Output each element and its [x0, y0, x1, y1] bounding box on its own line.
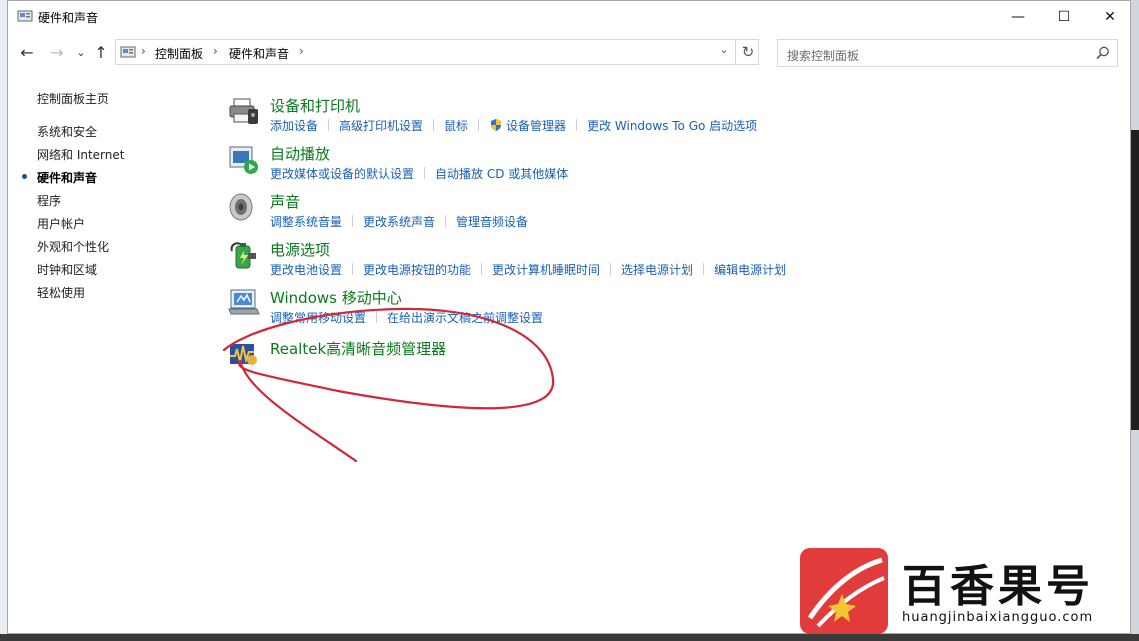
breadcrumb-control-panel[interactable]: 控制面板: [155, 45, 203, 62]
link-advanced-printer-setup[interactable]: 高级打印机设置: [339, 117, 423, 134]
power-icon[interactable]: [228, 239, 260, 271]
recent-locations-button[interactable]: ⌄: [71, 41, 91, 63]
sidebar-item-home[interactable]: 控制面板主页: [37, 90, 109, 107]
link-presentation-settings[interactable]: 在给出演示文稿之前调整设置: [387, 309, 543, 326]
mobility-center-icon[interactable]: [228, 287, 260, 319]
refresh-button[interactable]: ↻: [735, 40, 760, 64]
breadcrumb-separator[interactable]: ›: [141, 44, 146, 58]
autoplay-icon[interactable]: [228, 143, 260, 175]
breadcrumb-separator[interactable]: ›: [213, 44, 218, 58]
window-title: 硬件和声音: [38, 11, 99, 25]
speaker-icon[interactable]: [228, 191, 260, 223]
maximize-button[interactable]: ☐: [1041, 1, 1087, 32]
watermark-url: huangjinbaixiangguo.com: [902, 610, 1094, 625]
sidebar-item-ease-of-access[interactable]: 轻松使用: [37, 284, 85, 301]
title-bar: 硬件和声音 — ☐ ✕: [8, 1, 1130, 32]
link-add-device[interactable]: 添加设备: [270, 117, 318, 134]
category-title[interactable]: 自动播放: [270, 143, 330, 164]
printer-icon[interactable]: [228, 95, 260, 127]
category-links: 更改电池设置 更改电源按钮的功能 更改计算机睡眠时间 选择电源计划 编辑电源计划: [270, 261, 786, 278]
category-title[interactable]: 电源选项: [270, 239, 330, 260]
control-panel-window: 硬件和声音 — ☐ ✕ ← → ⌄ ↑ › 控制面板 › 硬件和声音 › ⌄ ↻…: [7, 0, 1131, 634]
breadcrumb-hardware-sound[interactable]: 硬件和声音: [229, 45, 289, 62]
watermark-logo: 百香果号 huangjinbaixiangguo.com: [800, 548, 1130, 634]
sidebar-item-network-internet[interactable]: 网络和 Internet: [37, 146, 124, 163]
sidebar-item-user-accounts[interactable]: 用户帐户: [37, 215, 85, 232]
link-adjust-mobility-settings[interactable]: 调整常用移动设置: [270, 309, 366, 326]
back-button[interactable]: ←: [17, 41, 37, 63]
close-button[interactable]: ✕: [1087, 1, 1130, 32]
address-dropdown-button[interactable]: ⌄: [714, 43, 734, 61]
address-bar[interactable]: › 控制面板 › 硬件和声音 › ⌄ ↻: [115, 39, 759, 65]
sidebar-item-system-security[interactable]: 系统和安全: [37, 123, 97, 140]
control-panel-icon: [17, 10, 33, 22]
link-change-sleep-time[interactable]: 更改计算机睡眠时间: [492, 261, 600, 278]
navigation-bar: ← → ⌄ ↑ › 控制面板 › 硬件和声音 › ⌄ ↻ 搜索控制面板: [8, 37, 1130, 69]
link-device-manager[interactable]: 设备管理器: [506, 117, 566, 134]
background-window-right: [1131, 0, 1139, 641]
sidebar-item-clock-region[interactable]: 时钟和区域: [37, 261, 97, 278]
category-title[interactable]: Windows 移动中心: [270, 287, 402, 308]
minimize-button[interactable]: —: [995, 1, 1041, 32]
link-manage-audio-devices[interactable]: 管理音频设备: [456, 213, 528, 230]
link-change-media-defaults[interactable]: 更改媒体或设备的默认设置: [270, 165, 414, 182]
red-annotation-circle: [222, 307, 555, 463]
control-panel-icon: [120, 46, 136, 58]
category-title[interactable]: 设备和打印机: [270, 95, 360, 116]
taskbar-strip: [0, 634, 1139, 641]
forward-button[interactable]: →: [47, 41, 67, 63]
uac-shield-icon: [491, 119, 502, 131]
link-change-power-button[interactable]: 更改电源按钮的功能: [363, 261, 471, 278]
category-links: 调整系统音量 更改系统声音 管理音频设备: [270, 213, 528, 230]
up-button[interactable]: ↑: [91, 41, 111, 63]
link-windows-to-go[interactable]: 更改 Windows To Go 启动选项: [587, 117, 757, 134]
sidebar-item-appearance[interactable]: 外观和个性化: [37, 238, 109, 255]
watermark-text: 百香果号: [902, 561, 1094, 612]
background-window-left: [0, 0, 7, 641]
link-change-system-sounds[interactable]: 更改系统声音: [363, 213, 435, 230]
link-choose-power-plan[interactable]: 选择电源计划: [621, 261, 693, 278]
realtek-audio-icon[interactable]: [228, 340, 258, 368]
link-edit-power-plan[interactable]: 编辑电源计划: [714, 261, 786, 278]
sidebar-item-hardware-sound[interactable]: 硬件和声音: [37, 169, 97, 186]
link-mouse[interactable]: 鼠标: [444, 117, 468, 134]
search-box[interactable]: 搜索控制面板: [777, 39, 1118, 67]
breadcrumb-separator[interactable]: ›: [299, 44, 304, 58]
category-links: 调整常用移动设置 在给出演示文稿之前调整设置: [270, 309, 543, 326]
category-links: 更改媒体或设备的默认设置 自动播放 CD 或其他媒体: [270, 165, 568, 182]
search-input[interactable]: 搜索控制面板: [787, 47, 859, 64]
link-change-battery-settings[interactable]: 更改电池设置: [270, 261, 342, 278]
category-title[interactable]: Realtek高清晰音频管理器: [270, 338, 446, 359]
sidebar-item-programs[interactable]: 程序: [37, 192, 61, 209]
category-links: 添加设备 高级打印机设置 鼠标 设备管理器 更改 Windows To Go 启动选项: [270, 117, 757, 134]
link-autoplay-cd[interactable]: 自动播放 CD 或其他媒体: [435, 165, 568, 182]
link-adjust-volume[interactable]: 调整系统音量: [270, 213, 342, 230]
search-icon[interactable]: [1095, 45, 1111, 61]
current-item-bullet: [22, 174, 27, 179]
logo-emblem: [800, 548, 888, 634]
category-title[interactable]: 声音: [270, 191, 300, 212]
